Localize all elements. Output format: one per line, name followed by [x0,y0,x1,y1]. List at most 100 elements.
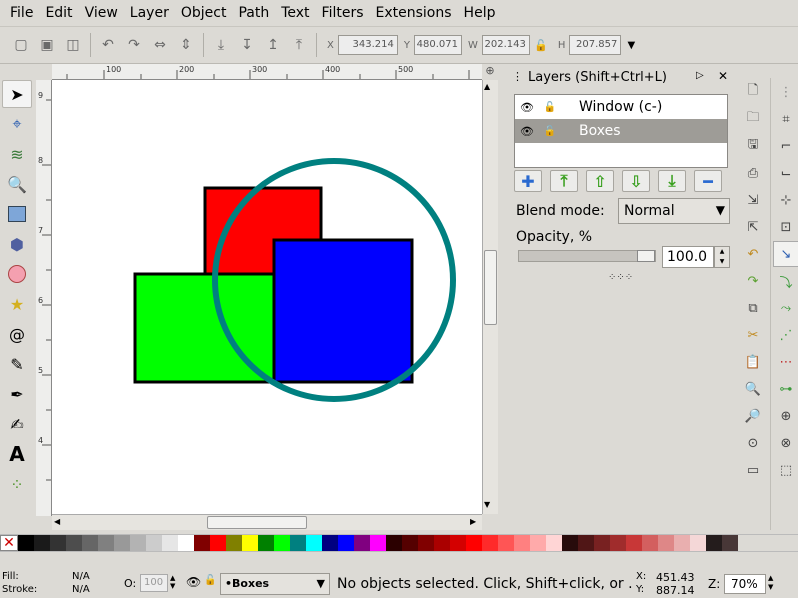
color-swatch[interactable] [578,535,594,551]
vertical-scrollbar[interactable]: ▲ ▼ [482,80,498,514]
h-field[interactable]: 207.857 [569,35,622,55]
visibility-eye-icon[interactable]: 👁 [515,125,539,138]
snap-smooth-icon[interactable]: ⋯ [773,349,798,375]
scroll-left-icon[interactable]: ◀ [54,517,60,526]
color-swatch[interactable] [242,535,258,551]
lock-icon[interactable]: 🔓 [539,126,561,137]
open-folder-icon[interactable]: 🗀 [740,106,766,132]
color-swatch[interactable] [194,535,210,551]
undo-icon[interactable]: ↶ [740,241,766,267]
fill-value[interactable]: N/A [72,571,90,582]
color-swatch[interactable] [706,535,722,551]
color-swatch[interactable] [306,535,322,551]
scroll-up-icon[interactable]: ▲ [484,82,490,91]
menu-layer[interactable]: Layer [124,5,175,21]
color-swatch[interactable] [274,535,290,551]
stroke-value[interactable]: N/A [72,584,90,595]
menu-text[interactable]: Text [275,5,315,21]
snap-bbox-center-icon[interactable]: ⊡ [773,214,798,240]
current-layer-select[interactable]: •Boxes ▼ [220,573,330,595]
color-swatch[interactable] [66,535,82,551]
lock-icon[interactable]: 🔓 [204,575,216,586]
color-swatch[interactable] [642,535,658,551]
panel-resize-grip[interactable]: ⁘⁘⁘ [608,272,633,283]
snap-bbox-mid-icon[interactable]: ⊹ [773,187,798,213]
zoom-tool-icon[interactable]: 🔍 [2,170,32,198]
spiral-tool-icon[interactable]: @ [2,320,32,348]
save-icon[interactable]: 🖫 [740,133,766,159]
lock-icon[interactable]: 🔓 [530,32,552,58]
zoom-field[interactable]: 70% [724,574,766,594]
color-swatch[interactable] [354,535,370,551]
zoom-width-icon[interactable]: ▭ [740,457,766,483]
raise-icon[interactable]: ↥ [260,32,286,58]
menu-file[interactable]: File [4,5,39,21]
copy-icon[interactable]: ⧉ [740,295,766,321]
layer-row-window[interactable]: 👁 🔓 Window (c-) [515,95,727,119]
drawing-canvas[interactable] [52,80,482,514]
remove-layer-icon[interactable]: ━ [694,170,722,192]
color-swatch[interactable] [322,535,338,551]
calligraphy-tool-icon[interactable]: ✍ [2,410,32,438]
opacity-field[interactable]: 100 [140,574,168,592]
paste-icon[interactable]: 📋 [740,349,766,375]
flip-horizontal-icon[interactable]: ⇔ [147,32,173,58]
add-layer-icon[interactable]: ✚ [514,170,542,192]
color-swatch[interactable] [674,535,690,551]
color-swatch[interactable] [82,535,98,551]
color-swatch[interactable] [562,535,578,551]
zoom-page-icon[interactable]: ⊙ [740,430,766,456]
menu-path[interactable]: Path [232,5,275,21]
node-tool-icon[interactable]: ⌖ [2,110,32,138]
rotate-ccw-icon[interactable]: ↶ [95,32,121,58]
panel-close-icon[interactable]: ✕ [718,69,728,83]
cut-icon[interactable]: ✂ [740,322,766,348]
y-field[interactable]: 480.071 [413,35,462,55]
color-swatch[interactable] [50,535,66,551]
zoom-spinner[interactable]: ▲ ▼ [768,574,773,592]
panel-collapse-icon[interactable]: ▷ [696,70,704,81]
import-icon[interactable]: ⇲ [740,187,766,213]
color-swatch[interactable] [162,535,178,551]
3d-box-tool-icon[interactable]: ⬢ [2,230,32,258]
no-paint-swatch[interactable]: ✕ [0,535,18,551]
blue-rectangle[interactable] [272,238,414,384]
color-swatch[interactable] [530,535,546,551]
opacity-slider[interactable] [518,250,656,262]
color-swatch[interactable] [370,535,386,551]
snap-rotation-icon[interactable]: ⊗ [773,430,798,456]
color-swatch[interactable] [290,535,306,551]
color-swatch[interactable] [210,535,226,551]
snap-page-icon[interactable]: ⬚ [773,457,798,483]
redo-icon[interactable]: ↷ [740,268,766,294]
snap-bbox-corner-icon[interactable]: ⌙ [773,160,798,186]
scroll-down-icon[interactable]: ▼ [484,500,490,509]
color-swatch[interactable] [626,535,642,551]
snap-icon[interactable]: ⋮ [773,79,798,105]
scroll-right-icon[interactable]: ▶ [470,517,476,526]
color-swatch[interactable] [594,535,610,551]
lower-to-bottom-icon[interactable]: ⤓ [208,32,234,58]
export-icon[interactable]: ⇱ [740,214,766,240]
snap-intersection-icon[interactable]: ⤳ [773,295,798,321]
vertical-scroll-thumb[interactable] [484,250,497,325]
color-swatch[interactable] [546,535,562,551]
color-swatch[interactable] [722,535,738,551]
overflow-arrow-icon[interactable]: ▼ [621,32,641,58]
spray-tool-icon[interactable]: ⁘ [2,470,32,498]
color-swatch[interactable] [498,535,514,551]
color-swatch[interactable] [514,535,530,551]
opacity-spinner[interactable]: ▲ ▼ [714,246,730,268]
color-swatch[interactable] [658,535,674,551]
menu-view[interactable]: View [79,5,124,21]
raise-layer-top-icon[interactable]: ⤒ [550,170,578,192]
blend-mode-select[interactable]: Normal ▼ [618,198,730,224]
color-swatch[interactable] [338,535,354,551]
color-swatch[interactable] [466,535,482,551]
deselect-icon[interactable]: ◫ [60,32,86,58]
snap-center-icon[interactable]: ⊕ [773,403,798,429]
print-icon[interactable]: ⎙ [740,160,766,186]
color-swatch[interactable] [690,535,706,551]
color-swatch[interactable] [386,535,402,551]
star-tool-icon[interactable]: ★ [2,290,32,318]
